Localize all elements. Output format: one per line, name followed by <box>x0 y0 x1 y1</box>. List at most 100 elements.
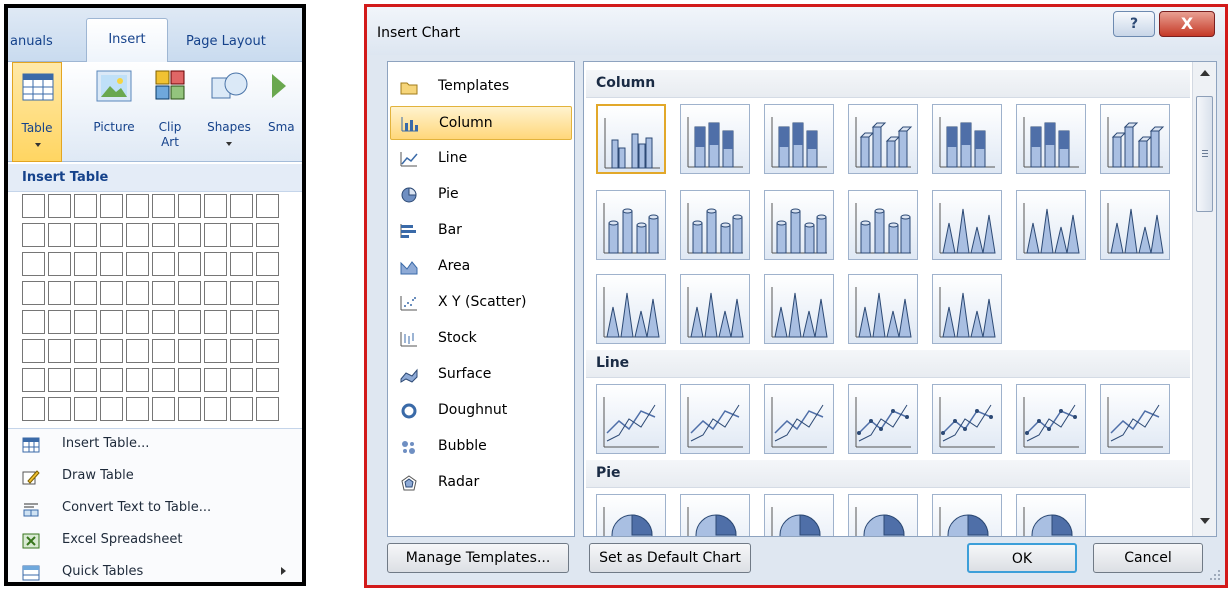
table-grid-cell[interactable] <box>126 223 149 247</box>
table-grid-cell[interactable] <box>22 397 45 421</box>
ok-button[interactable]: OK <box>967 543 1077 573</box>
table-grid-cell[interactable] <box>126 281 149 305</box>
table-grid-cell[interactable] <box>48 252 71 276</box>
table-grid-cell[interactable] <box>178 223 201 247</box>
chart-type-pie[interactable]: Pie <box>390 178 572 212</box>
table-grid-cell[interactable] <box>256 339 279 363</box>
table-grid-cell[interactable] <box>22 223 45 247</box>
table-grid-cell[interactable] <box>256 397 279 421</box>
table-grid-cell[interactable] <box>152 310 175 334</box>
chart-thumb-column-stacked[interactable] <box>680 104 750 174</box>
table-grid-cell[interactable] <box>178 281 201 305</box>
tab-manuals[interactable]: anuals <box>10 24 53 62</box>
table-grid-cell[interactable] <box>126 252 149 276</box>
chart-thumb-column-pyramid[interactable] <box>848 274 918 344</box>
scroll-down-icon[interactable] <box>1200 518 1210 524</box>
table-grid-cell[interactable] <box>178 310 201 334</box>
table-grid-cell[interactable] <box>22 368 45 392</box>
chart-thumb-column-cone[interactable] <box>1016 190 1086 260</box>
set-default-chart-button[interactable]: Set as Default Chart <box>589 543 751 573</box>
chart-thumb-column-cylinder[interactable] <box>596 190 666 260</box>
table-grid-cell[interactable] <box>48 281 71 305</box>
table-grid-cell[interactable] <box>126 368 149 392</box>
smartart-button[interactable]: Sma <box>264 62 302 162</box>
table-grid-cell[interactable] <box>100 339 123 363</box>
picture-button[interactable]: Picture <box>84 62 144 162</box>
chart-thumb-line-line[interactable] <box>680 384 750 454</box>
table-grid-cell[interactable] <box>152 223 175 247</box>
chart-thumb-column-3d-clustered[interactable] <box>848 104 918 174</box>
chart-thumb-column-3d-stacked[interactable] <box>932 104 1002 174</box>
table-grid-cell[interactable] <box>256 194 279 218</box>
table-grid-cell[interactable] <box>100 281 123 305</box>
table-grid-cell[interactable] <box>204 223 227 247</box>
chart-type-bubble[interactable]: Bubble <box>390 430 572 464</box>
table-grid-cell[interactable] <box>74 310 97 334</box>
chart-type-stock[interactable]: Stock <box>390 322 572 356</box>
manage-templates-button[interactable]: Manage Templates... <box>387 543 569 573</box>
table-grid-cell[interactable] <box>204 252 227 276</box>
table-grid-cell[interactable] <box>100 223 123 247</box>
table-button[interactable]: Table <box>12 62 62 162</box>
table-grid-cell[interactable] <box>204 194 227 218</box>
chart-thumb-line-line-markers[interactable] <box>848 384 918 454</box>
chart-thumb-line-line-markers[interactable] <box>1016 384 1086 454</box>
table-grid-cell[interactable] <box>256 223 279 247</box>
chart-type-templates[interactable]: Templates <box>390 70 572 104</box>
chart-thumb-column-cylinder[interactable] <box>680 190 750 260</box>
clip-art-button[interactable]: Clip Art <box>150 62 190 162</box>
table-grid-cell[interactable] <box>230 397 253 421</box>
table-grid-cell[interactable] <box>48 339 71 363</box>
chart-thumb-pie-pie-3d[interactable] <box>680 494 750 536</box>
table-grid-cell[interactable] <box>48 397 71 421</box>
chart-thumb-pie-exploded-3d[interactable] <box>932 494 1002 536</box>
close-button[interactable]: X <box>1159 11 1215 37</box>
table-grid-cell[interactable] <box>74 223 97 247</box>
chart-type-radar[interactable]: Radar <box>390 466 572 500</box>
chart-thumb-column-pyramid[interactable] <box>932 274 1002 344</box>
table-grid-cell[interactable] <box>100 368 123 392</box>
chart-thumb-column-cylinder[interactable] <box>848 190 918 260</box>
menu-excel-spreadsheet[interactable]: Excel Spreadsheet <box>8 525 302 557</box>
table-grid-cell[interactable] <box>152 194 175 218</box>
resize-grip-icon[interactable] <box>1209 569 1221 581</box>
table-grid-cell[interactable] <box>100 194 123 218</box>
chart-type-bar[interactable]: Bar <box>390 214 572 248</box>
table-grid-cell[interactable] <box>100 310 123 334</box>
chart-thumb-column-pyramid[interactable] <box>764 274 834 344</box>
table-grid-cell[interactable] <box>48 310 71 334</box>
chart-thumb-column-cone[interactable] <box>680 274 750 344</box>
table-grid-cell[interactable] <box>230 194 253 218</box>
chart-type-line[interactable]: Line <box>390 142 572 176</box>
chart-thumb-line-line[interactable] <box>764 384 834 454</box>
table-grid-cell[interactable] <box>204 397 227 421</box>
table-grid-cell[interactable] <box>256 252 279 276</box>
chart-thumb-line-line-markers[interactable] <box>932 384 1002 454</box>
table-grid-cell[interactable] <box>22 194 45 218</box>
table-grid-cell[interactable] <box>204 339 227 363</box>
chart-thumb-column-3d-stacked100[interactable] <box>1016 104 1086 174</box>
table-grid-cell[interactable] <box>126 339 149 363</box>
chart-type-surface[interactable]: Surface <box>390 358 572 392</box>
table-grid-cell[interactable] <box>22 310 45 334</box>
table-grid-cell[interactable] <box>178 397 201 421</box>
table-grid-cell[interactable] <box>256 281 279 305</box>
table-grid-cell[interactable] <box>178 252 201 276</box>
chart-thumb-column-cone[interactable] <box>596 274 666 344</box>
menu-quick-tables[interactable]: Quick Tables <box>8 557 302 582</box>
menu-convert-text-to-table[interactable]: Convert Text to Table... <box>8 493 302 525</box>
dialog-title-bar[interactable]: Insert Chart ? X <box>367 7 1225 55</box>
table-grid-cell[interactable] <box>152 368 175 392</box>
table-grid-cell[interactable] <box>204 310 227 334</box>
help-button[interactable]: ? <box>1113 11 1155 37</box>
table-grid-cell[interactable] <box>178 368 201 392</box>
table-grid-cell[interactable] <box>126 310 149 334</box>
gallery-scrollbar[interactable] <box>1192 62 1216 536</box>
cancel-button[interactable]: Cancel <box>1093 543 1203 573</box>
table-grid-cell[interactable] <box>22 252 45 276</box>
table-grid-cell[interactable] <box>230 310 253 334</box>
table-grid-cell[interactable] <box>178 194 201 218</box>
table-grid-cell[interactable] <box>126 194 149 218</box>
table-grid-cell[interactable] <box>22 281 45 305</box>
scroll-up-icon[interactable] <box>1200 70 1210 76</box>
